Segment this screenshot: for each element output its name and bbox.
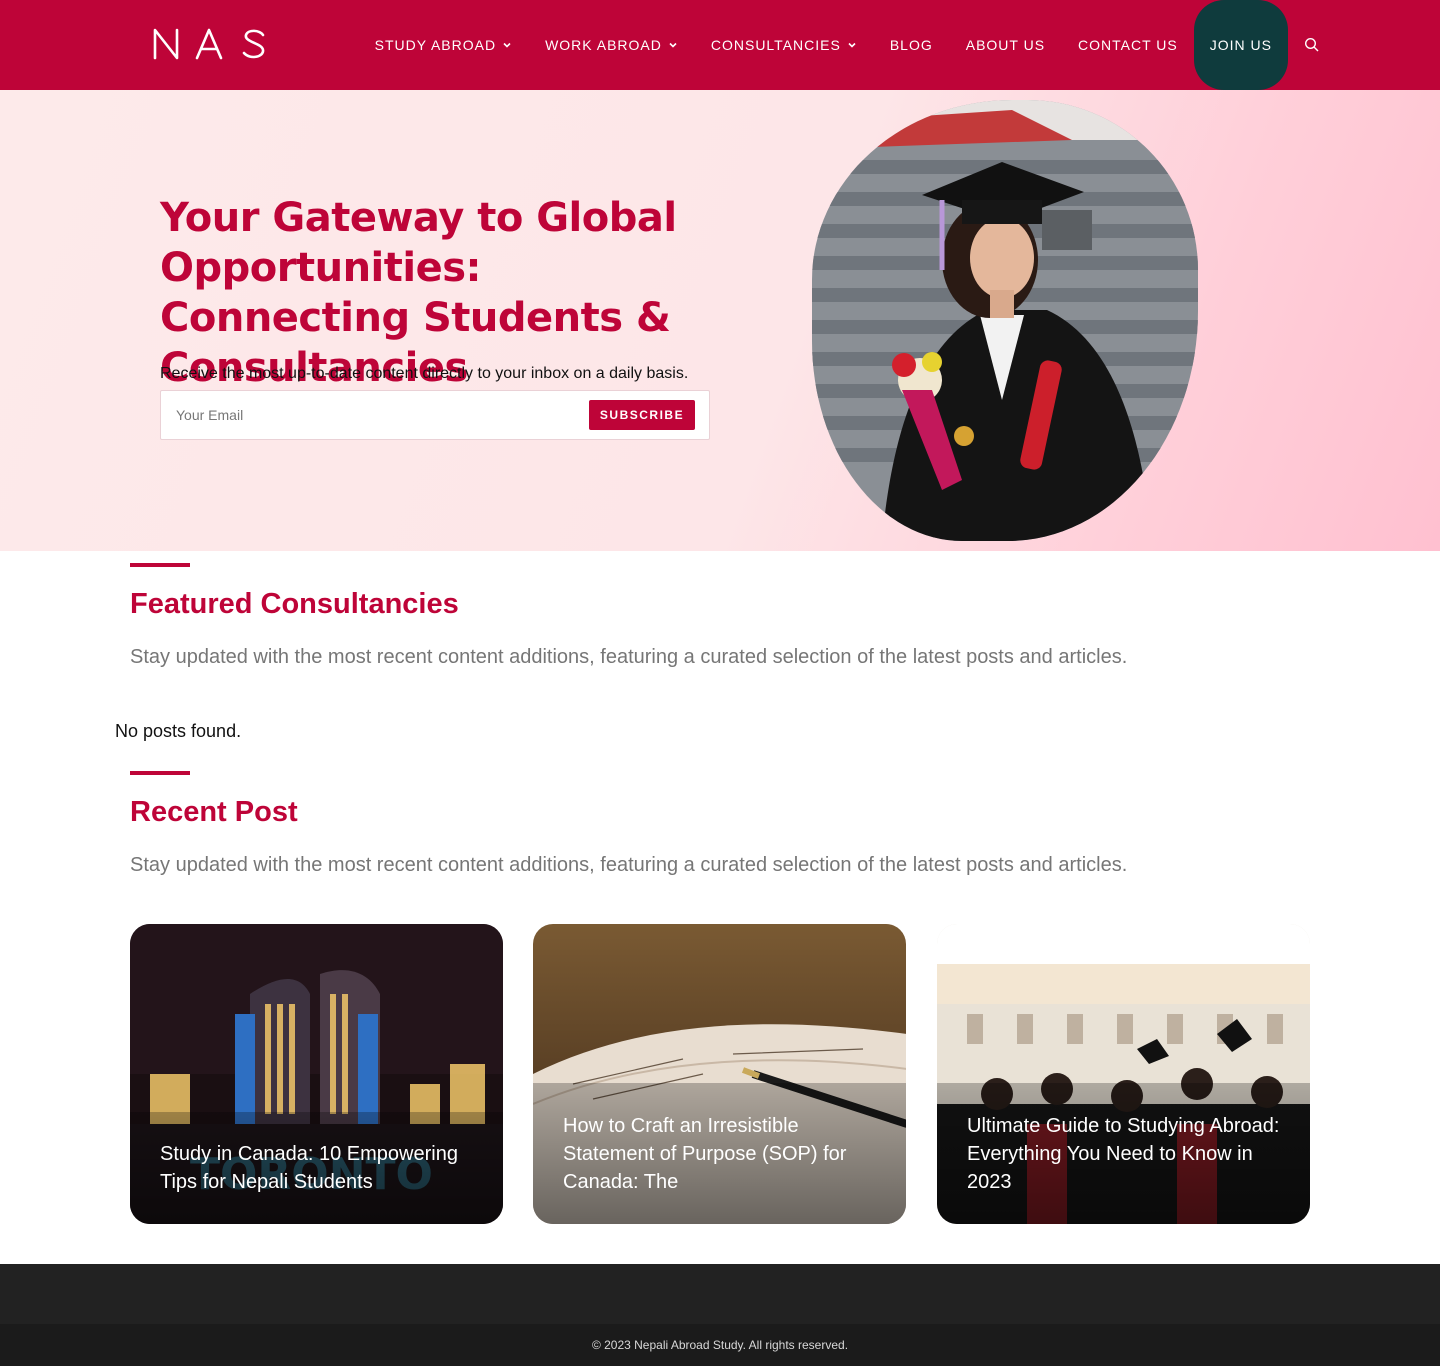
post-card[interactable]: Ultimate Guide to Studying Abroad: Every… (937, 924, 1310, 1224)
site-header: STUDY ABROAD WORK ABROAD CONSULTANCIES B… (0, 0, 1440, 90)
recent-accent-bar (130, 771, 190, 775)
no-posts-message: No posts found. (115, 721, 242, 741)
nav-item-about-us[interactable]: ABOUT US (966, 0, 1045, 90)
nav-item-study-abroad[interactable]: STUDY ABROAD (375, 0, 512, 90)
footer-widgets (0, 1264, 1440, 1324)
post-title[interactable]: Ultimate Guide to Studying Abroad: Every… (967, 1112, 1290, 1196)
recent-title: Recent Post (130, 796, 298, 828)
nav-label: ABOUT US (965, 37, 1046, 53)
site-logo[interactable] (150, 24, 270, 64)
nav-label: STUDY ABROAD (374, 37, 497, 53)
post-card[interactable]: How to Craft an Irresistible Statement o… (533, 924, 906, 1224)
nav-item-consultancies[interactable]: CONSULTANCIES (711, 0, 857, 90)
main-nav: STUDY ABROAD WORK ABROAD CONSULTANCIES B… (342, 0, 1320, 90)
email-input[interactable] (161, 391, 581, 439)
nav-item-work-abroad[interactable]: WORK ABROAD (545, 0, 678, 90)
chevron-down-icon (669, 42, 677, 48)
hero-graduate-photo (812, 100, 1198, 541)
chevron-down-icon (848, 42, 856, 48)
featured-accent-bar (130, 563, 190, 567)
post-card[interactable]: TORONTO Study in Canada: 10 Empowering T… (130, 924, 503, 1224)
footer-bottom-bar: © 2023 Nepali Abroad Study. All rights r… (0, 1324, 1440, 1366)
nav-label: BLOG (889, 37, 933, 53)
subscribe-button[interactable]: SUBSCRIBE (589, 400, 695, 430)
recent-description: Stay updated with the most recent conten… (130, 854, 1128, 876)
copyright-text: © 2023 Nepali Abroad Study. All rights r… (591, 1338, 849, 1352)
hero-section: Your Gateway to Global Opportunities: Co… (0, 90, 1440, 551)
hero-title: Your Gateway to Global Opportunities: Co… (160, 195, 677, 391)
hero-subtitle: Receive the most up-to-date content dire… (160, 365, 689, 382)
post-title[interactable]: Study in Canada: 10 Empowering Tips for … (160, 1140, 483, 1196)
featured-title: Featured Consultancies (130, 588, 459, 620)
nav-label: CONSULTANCIES (710, 37, 841, 53)
nav-item-blog[interactable]: BLOG (890, 0, 933, 90)
nav-label: CONTACT US (1078, 37, 1178, 53)
join-us-button[interactable]: JOIN US (1193, 0, 1288, 90)
nav-item-contact-us[interactable]: CONTACT US (1078, 0, 1178, 90)
chevron-down-icon (503, 42, 511, 48)
post-title[interactable]: How to Craft an Irresistible Statement o… (563, 1112, 886, 1196)
subscribe-form: SUBSCRIBE (160, 390, 710, 440)
featured-description: Stay updated with the most recent conten… (130, 646, 1128, 668)
nav-label: WORK ABROAD (545, 37, 662, 53)
search-icon[interactable] (1304, 37, 1320, 53)
